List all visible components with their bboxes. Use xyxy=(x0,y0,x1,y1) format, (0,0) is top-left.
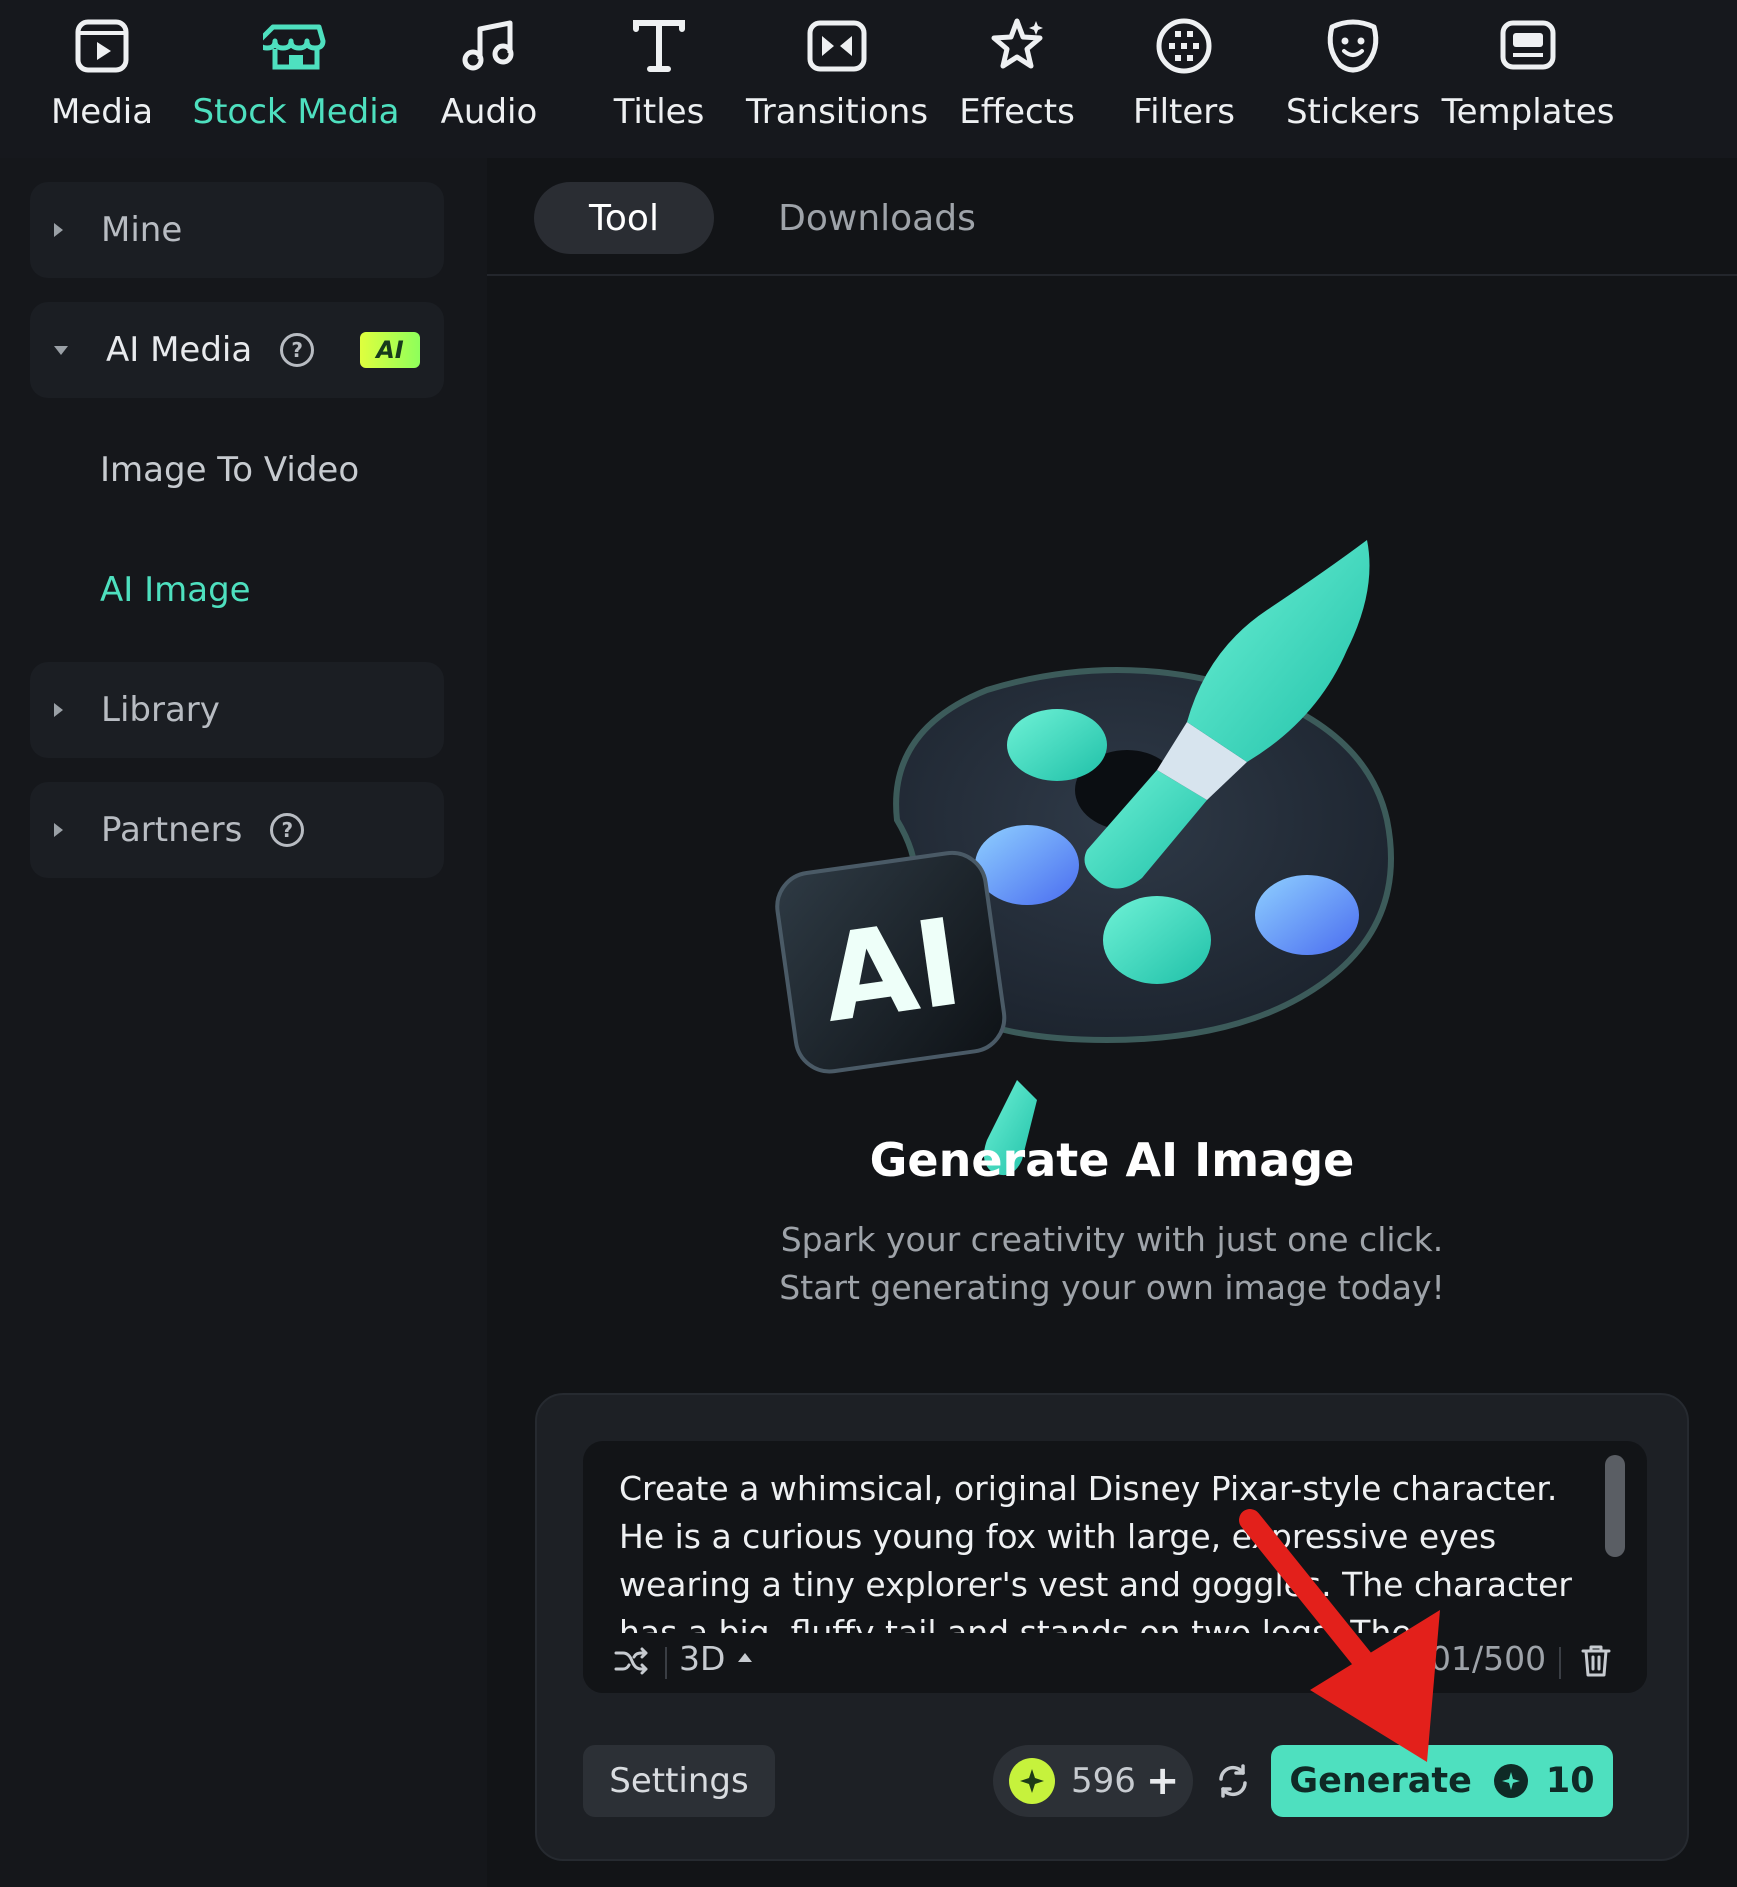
effects-star-icon xyxy=(981,10,1053,82)
transitions-icon xyxy=(801,10,873,82)
toolbar-transitions-label: Transitions xyxy=(745,92,929,132)
media-icon xyxy=(66,10,138,82)
divider xyxy=(1559,1647,1561,1679)
sidebar-item-ai-media[interactable]: AI Media ? AI xyxy=(30,302,444,398)
sidebar-item-partners[interactable]: Partners ? xyxy=(30,782,444,878)
generate-button[interactable]: Generate 10 xyxy=(1271,1745,1613,1817)
toolbar-media-label: Media xyxy=(50,92,154,132)
credit-coin-icon xyxy=(1493,1764,1528,1798)
tab-tool[interactable]: Tool xyxy=(534,182,714,254)
stock-media-icon xyxy=(260,10,332,82)
chevron-right-icon xyxy=(54,703,63,717)
ai-box-text: AI xyxy=(814,893,970,1050)
toolbar-stock-media-label: Stock Media xyxy=(192,92,400,132)
toolbar-templates[interactable]: Templates xyxy=(1442,0,1614,158)
toolbar-effects-label: Effects xyxy=(959,92,1075,132)
toolbar-media[interactable]: Media xyxy=(40,0,164,158)
refresh-icon[interactable] xyxy=(1213,1761,1253,1801)
text-t-icon xyxy=(623,10,695,82)
toolbar-stickers-label: Stickers xyxy=(1285,92,1421,132)
toolbar-filters[interactable]: Filters xyxy=(1133,0,1235,158)
help-icon[interactable]: ? xyxy=(270,813,305,847)
prompt-footer: 3D 301/500 xyxy=(583,1633,1647,1693)
sticker-icon xyxy=(1317,10,1389,82)
chevron-right-icon xyxy=(54,223,63,237)
toolbar-effects[interactable]: Effects xyxy=(959,0,1075,158)
scrollbar[interactable] xyxy=(1605,1455,1625,1557)
toolbar-templates-label: Templates xyxy=(1441,92,1615,132)
prompt-input[interactable]: Create a whimsical, original Disney Pixa… xyxy=(583,1441,1647,1693)
toolbar-transitions[interactable]: Transitions xyxy=(746,0,928,158)
sidebar-item-mine[interactable]: Mine xyxy=(30,182,444,278)
shuffle-icon[interactable] xyxy=(613,1643,649,1679)
sidebar: Mine AI Media ? AI Image To Video AI Ima… xyxy=(0,158,487,1887)
ai-badge: AI xyxy=(360,332,420,368)
sidebar-item-ai-image[interactable]: AI Image xyxy=(100,570,251,610)
toolbar-stickers[interactable]: Stickers xyxy=(1286,0,1420,158)
credit-coin-icon xyxy=(1009,1758,1055,1804)
credits-pill[interactable]: 596 + xyxy=(993,1745,1193,1817)
toolbar-stock-media[interactable]: Stock Media xyxy=(192,0,400,158)
main-panel: Tool Downloads AI Generate AI Image Spar… xyxy=(487,158,1737,1887)
filters-icon xyxy=(1148,10,1220,82)
toolbar-titles-label: Titles xyxy=(613,92,705,132)
sidebar-item-label: Partners xyxy=(101,810,243,850)
trash-icon[interactable] xyxy=(1579,1643,1613,1679)
tab-downloads[interactable]: Downloads xyxy=(777,182,977,254)
sidebar-item-label: AI Media xyxy=(106,330,253,370)
toolbar-audio[interactable]: Audio xyxy=(432,0,546,158)
generate-label: Generate xyxy=(1289,1761,1472,1801)
toolbar-titles[interactable]: Titles xyxy=(608,0,710,158)
music-note-icon xyxy=(453,10,525,82)
prompt-card: Create a whimsical, original Disney Pixa… xyxy=(535,1393,1689,1861)
tab-bar: Tool Downloads xyxy=(487,158,1737,276)
templates-icon xyxy=(1492,10,1564,82)
hero-subtitle-line1: Spark your creativity with just one clic… xyxy=(780,1220,1444,1259)
character-count: 301/500 xyxy=(1409,1639,1547,1678)
generate-cost: 10 xyxy=(1545,1761,1595,1801)
sidebar-item-library[interactable]: Library xyxy=(30,662,444,758)
settings-button[interactable]: Settings xyxy=(583,1745,775,1817)
sidebar-item-image-to-video[interactable]: Image To Video xyxy=(100,450,359,490)
chevron-down-icon xyxy=(54,345,68,355)
credits-count: 596 xyxy=(1071,1761,1136,1801)
top-toolbar: Media Stock Media Audio Titles Transitio… xyxy=(0,0,1737,158)
help-icon[interactable]: ? xyxy=(280,333,315,367)
style-selector[interactable]: 3D xyxy=(679,1639,725,1678)
chevron-right-icon xyxy=(54,823,63,837)
sidebar-item-label: Library xyxy=(101,690,220,730)
hero-title: Generate AI Image xyxy=(869,1133,1355,1187)
chevron-up-icon[interactable] xyxy=(738,1653,752,1662)
add-credits-icon[interactable]: + xyxy=(1146,1758,1180,1804)
toolbar-filters-label: Filters xyxy=(1133,92,1235,132)
hero-subtitle-line2: Start generating your own image today! xyxy=(779,1268,1445,1307)
divider xyxy=(665,1647,667,1679)
sidebar-item-label: Mine xyxy=(101,210,183,250)
toolbar-audio-label: Audio xyxy=(440,92,538,132)
prompt-text[interactable]: Create a whimsical, original Disney Pixa… xyxy=(619,1465,1579,1633)
